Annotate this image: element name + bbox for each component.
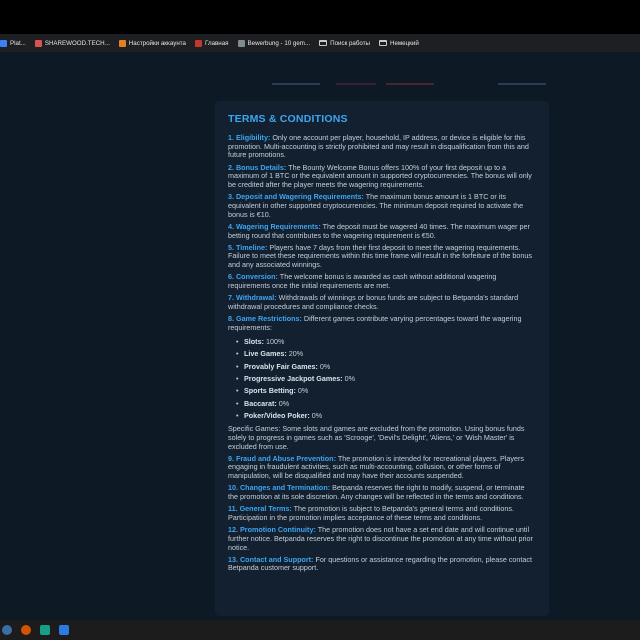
clause-label: 3. Deposit and Wagering Requirements:: [228, 192, 364, 202]
list-item: Progressive Jackpot Games: 0%: [228, 373, 536, 386]
clause-label: 11. General Terms:: [228, 504, 292, 514]
terms-clause: 12. Promotion Continuity: The promotion …: [228, 525, 536, 552]
list-item: Baccarat: 0%: [228, 398, 536, 411]
nav-tab-underline: [336, 83, 376, 85]
terms-clause: 2. Bonus Details: The Bounty Welcome Bon…: [228, 162, 536, 190]
clause-label: 1. Eligibility:: [228, 133, 271, 142]
game-name: Provably Fair Games:: [244, 361, 318, 371]
specific-games-note: Specific Games: Some slots and games are…: [228, 424, 525, 451]
terms-clause: 9. Fraud and Abuse Prevention: The promo…: [228, 453, 536, 481]
clause-label: 6. Conversion:: [228, 272, 278, 282]
terms-card: TERMS & CONDITIONS 1. Eligibility: Only …: [215, 101, 549, 616]
list-item: Slots: 100%: [228, 336, 536, 349]
app-icon[interactable]: [59, 625, 69, 635]
nav-tab-underline: [498, 83, 546, 85]
bookmark-label: Plat...: [10, 39, 26, 47]
bookmark-folder[interactable]: Поиск работы: [319, 40, 370, 47]
bookmark-item[interactable]: Plat...: [0, 39, 26, 47]
bookmark-label: Немецкий: [390, 39, 419, 47]
clause-label: 12. Promotion Continuity:: [228, 525, 316, 535]
bookmark-label: Настройки аккаунта: [128, 39, 186, 47]
terms-clause: 7. Withdrawal: Withdrawals of winnings o…: [228, 293, 536, 311]
terms-clause: 5. Timeline: Players have 7 days from th…: [228, 242, 536, 270]
game-name: Slots:: [244, 337, 264, 347]
list-item: Poker/Video Poker: 0%: [228, 410, 536, 423]
bookmark-item[interactable]: Bewerbung - 10 gem...: [237, 39, 311, 47]
clause-label: 9. Fraud and Abuse Prevention:: [228, 453, 336, 463]
bookmark-favicon-icon: [0, 39, 7, 47]
clause-label: 7. Withdrawal:: [228, 293, 277, 303]
terms-clause: 10. Changes and Termination: Betpanda re…: [228, 484, 536, 501]
bookmark-item[interactable]: Настройки аккаунта: [118, 39, 186, 47]
taskbar: [0, 620, 640, 640]
terms-clause: 8. Game Restrictions: Different games co…: [228, 314, 536, 332]
game-percent: 0%: [342, 373, 356, 383]
bookmark-label: Поиск работы: [330, 39, 371, 47]
game-name: Baccarat:: [244, 398, 277, 408]
bookmark-item[interactable]: Главная: [194, 39, 229, 47]
list-item: Sports Betting: 0%: [228, 385, 536, 398]
clause-text: Only one account per player, household, …: [228, 133, 529, 160]
game-name: Live Games:: [244, 349, 287, 359]
bookmark-label: Bewerbung - 10 gem...: [247, 39, 311, 47]
game-contribution-list: Slots: 100% Live Games: 20% Provably Fai…: [228, 336, 536, 422]
terms-clause: 1. Eligibility: Only one account per pla…: [228, 133, 536, 160]
game-percent: 20%: [286, 349, 304, 359]
list-item: Live Games: 20%: [228, 348, 536, 361]
nav-tab-underline: [272, 83, 320, 85]
clause-label: 8. Game Restrictions:: [228, 314, 302, 324]
bookmark-favicon-icon: [237, 39, 245, 47]
bookmarks-bar: Plat... SHAREWOOD.TECH... Настройки акка…: [0, 34, 640, 52]
clause-label: 13. Contact and Support:: [228, 554, 314, 564]
terms-title: TERMS & CONDITIONS: [228, 113, 348, 125]
terms-clause: 4. Wagering Requirements: The deposit mu…: [228, 221, 536, 240]
clause-text: Players have 7 days from their first dep…: [228, 242, 533, 270]
clause-label: 4. Wagering Requirements:: [228, 221, 321, 231]
terms-clause: 3. Deposit and Wagering Requirements: Th…: [228, 192, 536, 219]
game-percent: 0%: [295, 386, 309, 396]
game-percent: 100%: [263, 337, 285, 347]
game-name: Progressive Jackpot Games:: [244, 373, 343, 383]
window-top-bar: [0, 0, 640, 20]
page-content: TERMS & CONDITIONS 1. Eligibility: Only …: [0, 52, 640, 620]
game-percent: 0%: [309, 410, 323, 420]
clause-label: 2. Bonus Details:: [228, 162, 287, 172]
clause-label: 5. Timeline:: [228, 242, 268, 252]
bookmark-label: Главная: [204, 39, 229, 47]
bookmark-label: SHAREWOOD.TECH...: [44, 39, 110, 47]
game-name: Sports Betting:: [244, 386, 296, 396]
bookmark-folder[interactable]: Немецкий: [379, 40, 419, 47]
app-icon[interactable]: [21, 625, 31, 635]
bookmark-favicon-icon: [34, 39, 42, 47]
folder-icon: [379, 40, 388, 46]
bookmark-item[interactable]: SHAREWOOD.TECH...: [34, 39, 110, 47]
nav-tab-underline: [386, 83, 434, 85]
tab-strip: [0, 20, 640, 34]
game-percent: 0%: [317, 361, 331, 371]
bookmark-favicon-icon: [194, 39, 202, 47]
terms-clause: 11. General Terms: The promotion is subj…: [228, 504, 536, 522]
game-percent: 0%: [276, 398, 290, 408]
start-icon[interactable]: [2, 625, 12, 635]
folder-icon: [319, 40, 328, 46]
clause-label: 10. Changes and Termination:: [228, 483, 331, 493]
game-name: Poker/Video Poker:: [244, 410, 310, 420]
terms-clause: 13. Contact and Support: For questions o…: [228, 554, 536, 573]
list-item: Provably Fair Games: 0%: [228, 361, 536, 374]
bookmark-favicon-icon: [118, 39, 126, 47]
terms-clause: 6. Conversion: The welcome bonus is awar…: [228, 272, 536, 290]
app-icon[interactable]: [40, 625, 50, 635]
